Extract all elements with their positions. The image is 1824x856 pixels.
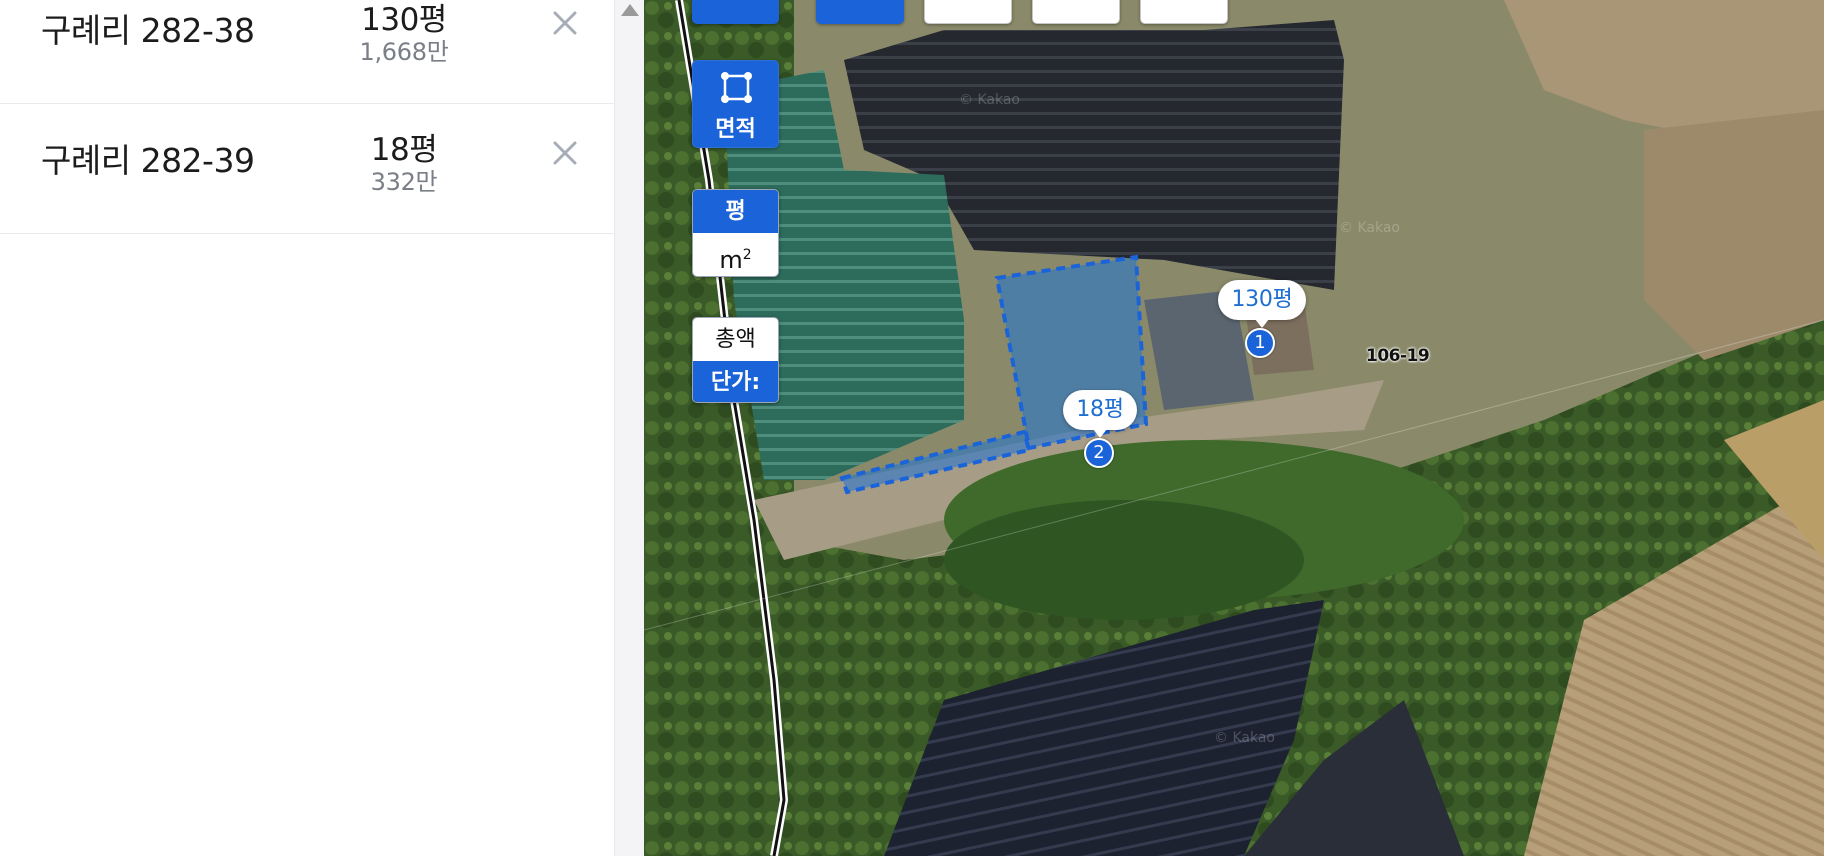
unit-m2-label: m bbox=[719, 246, 743, 274]
parcel-price: 332만 bbox=[370, 168, 438, 196]
close-icon[interactable] bbox=[548, 136, 582, 170]
panel-scrollbar[interactable] bbox=[614, 0, 644, 856]
parcel-area-bubble[interactable]: 130평 bbox=[1218, 280, 1306, 328]
parcel-list-panel: 구례리 282-38 130평 1,668만 구례리 282-39 18평 33… bbox=[0, 0, 614, 856]
parcel-number-badge[interactable]: 1 bbox=[1245, 328, 1275, 358]
parcel-area-bubble[interactable]: 18평 bbox=[1063, 390, 1137, 438]
parcel-price: 1,668만 bbox=[359, 38, 449, 66]
map-top-button[interactable] bbox=[1032, 0, 1120, 24]
scroll-up-arrow-icon[interactable] bbox=[621, 4, 639, 16]
unit-pyeong-button[interactable]: 평 bbox=[693, 190, 778, 233]
map-top-button[interactable] bbox=[816, 0, 904, 24]
app-root: 구례리 282-38 130평 1,668만 구례리 282-39 18평 33… bbox=[0, 0, 1824, 856]
satellite-map[interactable]: © Kakao © Kakao © Kakao 면적 평 m2 총액 단가: 1… bbox=[644, 0, 1824, 856]
price-unit-button[interactable]: 단가: bbox=[693, 361, 778, 402]
lot-number-label: 106-19 bbox=[1366, 346, 1430, 366]
area-polygon-icon bbox=[721, 72, 752, 103]
unit-m2-superscript: 2 bbox=[742, 247, 752, 263]
map-top-button[interactable] bbox=[924, 0, 1012, 24]
price-total-button[interactable]: 총액 bbox=[693, 318, 778, 361]
map-top-button[interactable] bbox=[692, 0, 779, 24]
map-watermark: © Kakao bbox=[959, 92, 1020, 108]
parcel-list-item[interactable]: 구례리 282-38 130평 1,668만 bbox=[0, 0, 614, 104]
map-top-button[interactable] bbox=[1140, 0, 1228, 24]
parcel-address: 구례리 282-39 bbox=[41, 141, 255, 180]
area-measure-label: 면적 bbox=[715, 117, 756, 142]
unit-toggle: 평 m2 bbox=[692, 189, 779, 277]
map-watermark: © Kakao bbox=[1339, 220, 1400, 236]
unit-m2-button[interactable]: m2 bbox=[693, 233, 778, 276]
satellite-imagery bbox=[644, 0, 1824, 856]
map-watermark: © Kakao bbox=[1214, 730, 1275, 746]
parcel-list-item[interactable]: 구례리 282-39 18평 332만 bbox=[0, 104, 614, 234]
close-icon[interactable] bbox=[548, 6, 582, 40]
parcel-address: 구례리 282-38 bbox=[41, 11, 255, 50]
parcel-number-badge[interactable]: 2 bbox=[1084, 438, 1114, 468]
area-measure-button[interactable]: 면적 bbox=[692, 60, 779, 148]
price-toggle: 총액 단가: bbox=[692, 317, 779, 403]
